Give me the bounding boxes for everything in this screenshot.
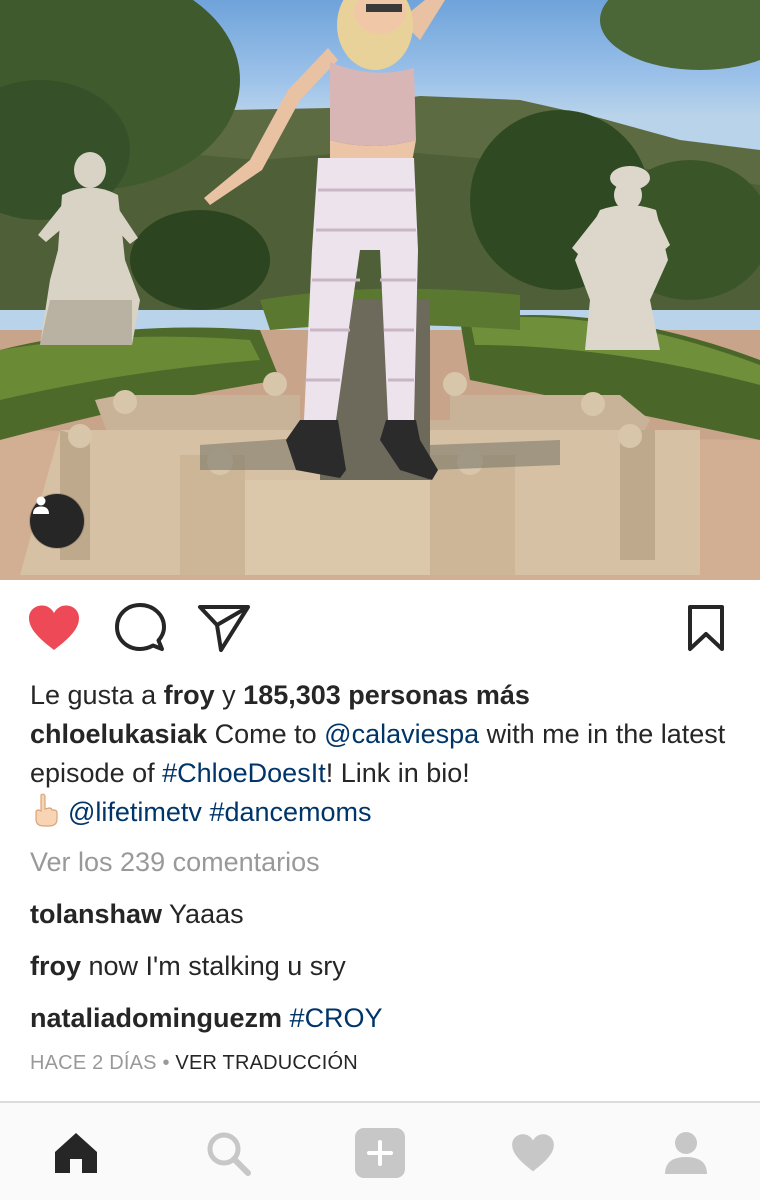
caption-username[interactable]: chloelukasiak [30,719,207,749]
view-all-comments-link[interactable]: Ver los 239 comentarios [30,843,730,882]
caption-text: Come to [207,719,325,749]
likes-prefix: Le gusta a [30,680,157,710]
like-button[interactable] [26,600,82,656]
paper-plane-icon [198,605,250,652]
nav-new-post-button[interactable] [350,1125,410,1181]
post-timestamp-row: HACE 2 DÍAS • VER TRADUCCIÓN [30,1049,730,1077]
post-timestamp: HACE 2 DÍAS [30,1052,157,1074]
pointing-hand-emoji-icon [35,793,58,827]
likes-summary: Le gusta a froy y 185,303 personas más [30,676,730,715]
nav-profile-button[interactable] [656,1125,716,1181]
nav-activity-button[interactable] [503,1125,563,1181]
caption-text: ! Link in bio! [325,758,470,788]
heart-filled-icon [29,605,79,650]
nav-search-button[interactable] [198,1125,258,1181]
comment-hashtag-link[interactable]: #CROY [290,1003,383,1033]
bookmark-icon [688,605,724,651]
post-details: Le gusta a froy y 185,303 personas más c… [30,674,730,1077]
comment-item: nataliadominguezm #CROY [30,999,730,1038]
activity-heart-icon [512,1134,554,1172]
comment-item: tolanshaw Yaaas [30,895,730,934]
post-photo-illustration [0,0,760,580]
home-icon [55,1133,97,1173]
caption-hashtag-link[interactable]: #dancemoms [209,797,371,827]
comment-username[interactable]: froy [30,951,81,981]
comment-text [282,1003,290,1033]
caption-mention-link[interactable]: @lifetimetv [68,797,202,827]
person-icon [33,496,49,514]
search-icon [207,1132,251,1176]
likes-connector: y [222,680,236,710]
share-button[interactable] [196,600,252,656]
save-button[interactable] [678,600,734,656]
comment-username[interactable]: nataliadominguezm [30,1003,282,1033]
comment-button[interactable] [112,600,168,656]
profile-icon [665,1132,707,1174]
caption-hashtag-link[interactable]: #ChloeDoesIt [162,758,326,788]
tagged-users-button[interactable] [30,494,84,548]
nav-home-button[interactable] [46,1125,106,1181]
likes-user-link[interactable]: froy [164,680,215,710]
post-caption: chloelukasiak Come to @calaviespa with m… [30,715,730,832]
comment-username[interactable]: tolanshaw [30,899,162,929]
comment-text: Yaaas [162,899,244,929]
post-photo[interactable] [0,0,760,580]
separator-dot: • [156,1052,176,1074]
caption-mention-link[interactable]: @calaviespa [324,719,479,749]
likes-count-link[interactable]: 185,303 personas más [243,680,530,710]
comment-bubble-icon [115,603,166,651]
comment-item: froy now I'm stalking u sry [30,947,730,986]
bottom-navigation-bar [0,1101,760,1200]
post-action-bar [0,580,760,674]
comment-text: now I'm stalking u sry [81,951,346,981]
see-translation-link[interactable]: VER TRADUCCIÓN [175,1052,357,1074]
add-post-icon [355,1128,405,1178]
